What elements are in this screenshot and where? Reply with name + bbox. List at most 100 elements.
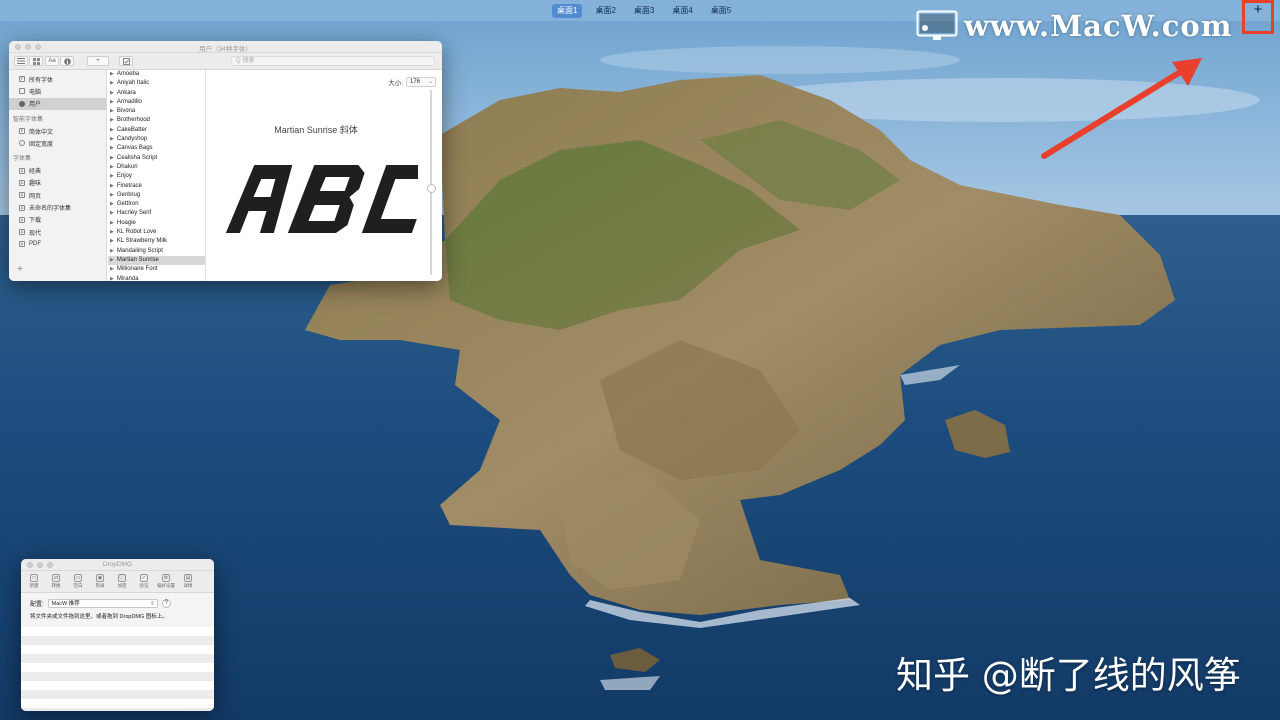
font-list-item[interactable]: ▶ Genbrug [108, 191, 205, 200]
disclosure-triangle-icon[interactable]: ▶ [110, 155, 114, 161]
font-list-item[interactable]: ▶ Millionaire Font [108, 265, 205, 274]
font-list-item[interactable]: ▶ Ankara [108, 89, 205, 98]
disclosure-triangle-icon[interactable]: ▶ [110, 266, 114, 272]
space-desktop-1[interactable]: 桌面1 [552, 4, 583, 18]
disclosure-triangle-icon[interactable]: ▶ [110, 238, 114, 244]
info-button[interactable] [60, 56, 74, 66]
add-collection-button[interactable]: + [17, 264, 23, 275]
add-space-button[interactable]: + [1242, 0, 1274, 34]
disclosure-triangle-icon[interactable]: ▶ [110, 192, 114, 198]
font-list-item[interactable]: ▶ Dhakuri [108, 163, 205, 172]
size-control: 大小: 176 ⌄ [388, 77, 436, 87]
disclosure-triangle-icon[interactable]: ▶ [110, 117, 114, 123]
dropdmg-tool-button[interactable]: □ 新建 [24, 571, 44, 592]
disclosure-triangle-icon[interactable]: ▶ [110, 257, 114, 263]
list-view-button[interactable] [14, 56, 28, 66]
sidebar-item-untitled[interactable]: A 未命名的字体集 [9, 201, 106, 213]
sidebar-item-modern[interactable]: A 现代 [9, 226, 106, 238]
sidebar-item-all-fonts[interactable]: F 所有字体 [9, 73, 106, 85]
size-select[interactable]: 176 ⌄ [406, 77, 436, 87]
dropdmg-tool-button[interactable]: ◉ 刻录 [90, 571, 110, 592]
font-list-item[interactable]: ▶ Hoagie [108, 219, 205, 228]
font-sample-button[interactable]: Aa [45, 56, 59, 66]
font-list-item[interactable]: ▶ Armadillo [108, 98, 205, 107]
drop-hint-text: 将文件夹或文件拖到这里，或者拖到 DropDMG 图标上。 [30, 614, 168, 620]
config-select[interactable]: MacW 推荐 ⇕ [47, 599, 158, 608]
disclosure-triangle-icon[interactable]: ▶ [110, 145, 114, 151]
sidebar-item-computer[interactable]: 电脑 [9, 85, 106, 97]
sidebar-item-pdf[interactable]: A PDF [9, 238, 106, 250]
sidebar-item-web[interactable]: A 网页 [9, 189, 106, 201]
font-collection-icon: F [19, 128, 25, 135]
disclosure-triangle-icon[interactable]: ▶ [110, 201, 114, 207]
font-list-item[interactable]: ▶ Bivona [108, 107, 205, 116]
tool-label: 加密 [117, 583, 127, 588]
font-list-item[interactable]: ▶ Brotherhood [108, 116, 205, 125]
tool-icon: ⚙ [162, 574, 170, 582]
disclosure-triangle-icon[interactable]: ▶ [110, 99, 114, 105]
font-list-item[interactable]: ▶ KL Robot Love [108, 228, 205, 237]
disclosure-triangle-icon[interactable]: ▶ [110, 220, 114, 226]
disclosure-triangle-icon[interactable]: ▶ [110, 183, 114, 189]
disclosure-triangle-icon[interactable]: ▶ [110, 210, 114, 216]
tool-icon: ⓘ [118, 574, 126, 582]
dropdmg-tool-button[interactable]: ⇄ 转换 [46, 571, 66, 592]
sidebar-item-classic[interactable]: A 经典 [9, 164, 106, 176]
sidebar-item-user[interactable]: 用户 [9, 97, 106, 110]
add-font-button[interactable]: + [87, 56, 109, 66]
space-desktop-2[interactable]: 桌面2 [590, 4, 620, 18]
sidebar-item-downloads[interactable]: A 下载 [9, 214, 106, 226]
space-desktop-4[interactable]: 桌面4 [667, 4, 697, 18]
font-list-item[interactable]: ▶ Candyshop [108, 135, 205, 144]
tool-label: 刻录 [95, 583, 105, 588]
dropdmg-tool-button[interactable]: ▭ 空白 [68, 571, 88, 592]
font-list-item[interactable]: ▶ Cealisha Script [108, 154, 205, 163]
font-list-item[interactable]: ▶ KL Strawberry Milk [108, 237, 205, 246]
font-list-item[interactable]: ▶ Amoeba [108, 70, 205, 79]
font-list-item[interactable]: ▶ CakeBatter [108, 126, 205, 135]
smart-collections-header: 智能字体集 [13, 116, 44, 123]
font-name: Ankara [116, 89, 136, 96]
disclosure-triangle-icon[interactable]: ▶ [110, 71, 114, 77]
sidebar-item-label: 现代 [29, 230, 42, 237]
macw-watermark: www.MacW.com [916, 9, 1232, 43]
disclosure-triangle-icon[interactable]: ▶ [110, 276, 114, 281]
disclosure-triangle-icon[interactable]: ▶ [110, 136, 114, 142]
font-list-item[interactable]: ▶ Finetrace [108, 182, 205, 191]
grid-view-button[interactable] [29, 56, 43, 66]
space-desktop-5[interactable]: 桌面5 [706, 4, 736, 18]
font-list-item[interactable]: ▶ Hacrley Serif [108, 209, 205, 218]
validate-button[interactable] [119, 56, 133, 66]
search-input[interactable]: Q 搜索 [231, 56, 435, 66]
dropdmg-tool-button[interactable]: ⚙ 偏好设置 [156, 571, 176, 592]
font-book-window: 用户（34种字体） Aa + Q 搜索 F 所有字体 电脑 用户 智能字体集 F简… [9, 41, 442, 281]
disclosure-triangle-icon[interactable]: ▶ [110, 164, 114, 170]
disclosure-triangle-icon[interactable]: ▶ [110, 108, 114, 114]
sidebar-item-simplified-chinese[interactable]: F 简体中文 [9, 125, 106, 137]
sidebar-item-label: PDF [29, 241, 41, 248]
drop-area[interactable] [21, 627, 214, 711]
disclosure-triangle-icon[interactable]: ▶ [110, 229, 114, 235]
space-desktop-3[interactable]: 桌面3 [629, 4, 659, 18]
window-title: 用户（34种字体） [199, 46, 252, 53]
font-list-item[interactable]: ▶ Enjoy [108, 172, 205, 181]
font-list-item[interactable]: ▶ Canvas Bags [108, 144, 205, 153]
dropdmg-tool-button[interactable]: ⓘ 加密 [112, 571, 132, 592]
sidebar-item-fixed-width[interactable]: 固定宽度 [9, 137, 106, 149]
dropdmg-tool-button[interactable]: ▤ 详情 [178, 571, 198, 592]
disclosure-triangle-icon[interactable]: ▶ [110, 80, 114, 86]
help-button[interactable]: ? [161, 599, 171, 608]
font-list-item[interactable]: ▶ Martian Sunrise [108, 255, 205, 266]
sidebar-item-fun[interactable]: A 趣味 [9, 177, 106, 189]
tool-icon: ⇄ [52, 574, 60, 582]
disclosure-triangle-icon[interactable]: ▶ [110, 173, 114, 179]
font-list-item[interactable]: ▶ GettIron [108, 200, 205, 209]
font-list-item[interactable]: ▶ Miranda [108, 275, 205, 281]
font-list-item[interactable]: ▶ Mandailing Script [108, 247, 205, 256]
disclosure-triangle-icon[interactable]: ▶ [110, 127, 114, 133]
disclosure-triangle-icon[interactable]: ▶ [110, 248, 114, 254]
dropdmg-tool-button[interactable]: ✓ 验证 [134, 571, 154, 592]
disclosure-triangle-icon[interactable]: ▶ [110, 90, 114, 96]
size-slider-knob[interactable] [427, 184, 436, 193]
font-list-item[interactable]: ▶ Aniyah Italic [108, 79, 205, 88]
